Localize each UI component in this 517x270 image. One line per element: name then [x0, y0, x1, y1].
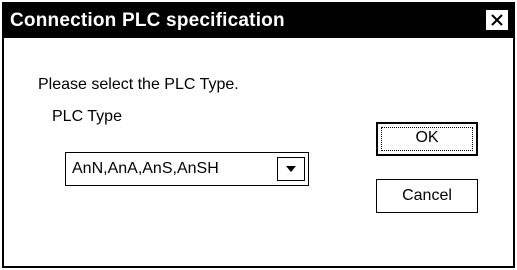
title-bar[interactable]: Connection PLC specification: [4, 4, 513, 38]
plc-type-label: PLC Type: [52, 108, 122, 125]
dialog-title: Connection PLC specification: [10, 10, 285, 31]
cancel-button[interactable]: Cancel: [376, 179, 478, 213]
plc-type-select[interactable]: AnN,AnA,AnS,AnSH: [65, 152, 309, 186]
plc-type-dropdown-button[interactable]: [277, 157, 305, 181]
close-button[interactable]: [485, 9, 509, 31]
ok-button[interactable]: OK: [376, 122, 478, 156]
ok-button-label: OK: [415, 129, 439, 146]
chevron-down-icon: [286, 166, 296, 172]
page: Connection PLC specification Please sele…: [0, 0, 517, 270]
instruction-text: Please select the PLC Type.: [38, 76, 239, 93]
plc-type-selected-value: AnN,AnA,AnS,AnSH: [72, 160, 219, 177]
close-x-icon: [491, 14, 503, 26]
cancel-button-label: Cancel: [402, 187, 452, 204]
plc-spec-dialog: Connection PLC specification Please sele…: [2, 2, 515, 268]
